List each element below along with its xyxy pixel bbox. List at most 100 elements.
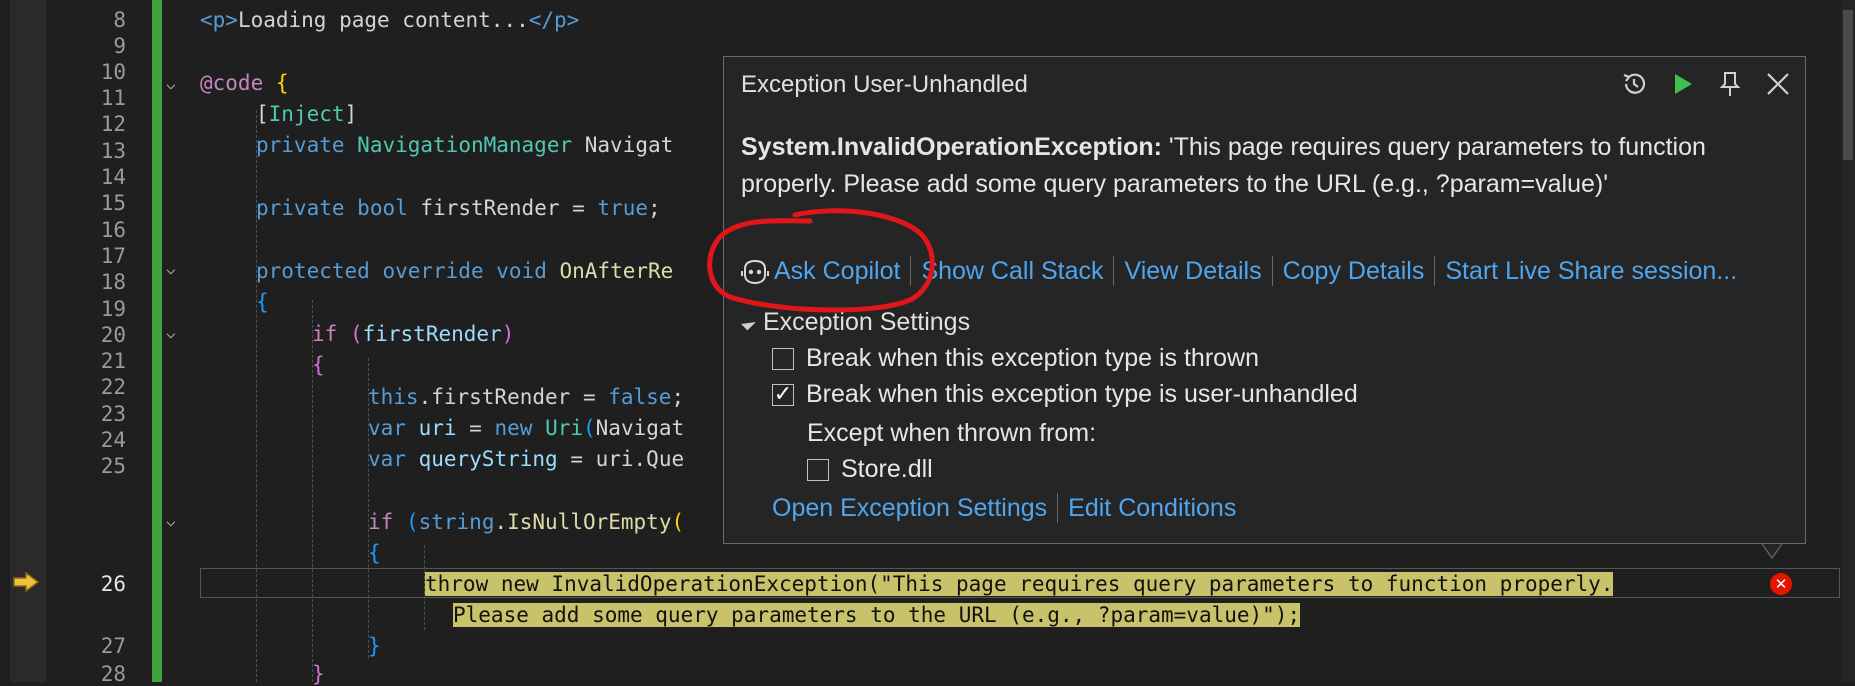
code-text: = (456, 416, 495, 440)
code-type: Inject (268, 102, 345, 126)
code-line-10: @code { (200, 71, 289, 95)
code-line-20: this.firstRender = false; (368, 385, 684, 409)
line-number: 18 (100, 270, 126, 294)
line-number: 15 (100, 191, 126, 215)
break-thrown-label: Break when this exception type is thrown (806, 344, 1260, 372)
code-variable: uri (418, 416, 457, 440)
code-function: .IsNullOrEmpty (494, 510, 672, 534)
code-text: firstRender = (420, 196, 598, 220)
line-number: 19 (100, 297, 126, 321)
break-unhandled-option[interactable]: ✓ Break when this exception type is user… (772, 380, 1358, 409)
code-brace: } (368, 634, 381, 658)
html-tag: <p> (200, 8, 238, 32)
code-text: = (557, 447, 596, 471)
line-number: 13 (100, 139, 126, 163)
code-keyword: protected (256, 259, 370, 283)
code-paren: ( (349, 322, 363, 346)
popup-toolbar (1617, 67, 1795, 101)
break-thrown-option[interactable]: Break when this exception type is thrown (772, 344, 1259, 373)
current-line-box (200, 568, 1840, 598)
code-brace: { (312, 353, 325, 377)
code-line-8: <p>Loading page content...</p> (200, 8, 579, 32)
code-line-26-wrap: Please add some query parameters to the … (453, 603, 1301, 627)
play-icon[interactable] (1665, 67, 1699, 101)
line-number: 21 (100, 349, 126, 373)
line-number-current: 26 (100, 572, 126, 596)
collapse-triangle-icon (741, 315, 756, 331)
open-exception-settings-link[interactable]: Open Exception Settings (772, 494, 1057, 523)
code-paren: ( (405, 510, 419, 534)
scrollbar-thumb[interactable] (1843, 10, 1853, 160)
line-number: 10 (100, 60, 126, 84)
code-variable: queryString (418, 447, 558, 471)
code-keyword: var (368, 447, 406, 471)
edit-conditions-link[interactable]: Edit Conditions (1058, 494, 1246, 523)
code-line-25: { (368, 541, 381, 565)
popup-title: Exception User-Unhandled (741, 71, 1028, 98)
fold-chevron-icon[interactable]: ⌵ (166, 261, 182, 277)
start-live-share-link[interactable]: Start Live Share session... (1435, 257, 1747, 286)
copy-details-link[interactable]: Copy Details (1273, 257, 1435, 286)
module-checkbox[interactable] (807, 458, 829, 481)
code-brace: { (256, 290, 269, 314)
fold-chevron-icon[interactable]: ⌵ (166, 325, 182, 341)
code-keyword: true (597, 196, 648, 220)
code-keyword: string (418, 510, 495, 534)
code-keyword: void (496, 259, 547, 283)
modified-lines-bar (152, 0, 162, 682)
code-line-27: } (368, 634, 381, 658)
code-type: NavigationManager (357, 133, 573, 157)
except-label: Except when thrown from: (807, 419, 1097, 447)
code-paren: ) (501, 322, 515, 346)
line-number: 28 (100, 662, 126, 686)
code-keyword: @code (200, 71, 264, 95)
vertical-scrollbar[interactable] (1841, 0, 1855, 682)
code-line-24: if (string.IsNullOrEmpty( (368, 510, 684, 534)
view-details-link[interactable]: View Details (1114, 257, 1271, 286)
exception-type: System.InvalidOperationException: (741, 133, 1162, 161)
current-statement-highlight: Please add some query parameters to the … (453, 603, 1301, 627)
code-keyword: if (368, 510, 394, 534)
fold-chevron-icon[interactable]: ⌵ (166, 513, 182, 529)
code-keyword: false (608, 385, 672, 409)
break-unhandled-label: Break when this exception type is user-u… (806, 380, 1358, 408)
code-line-18: if (firstRender) (312, 322, 514, 346)
code-paren: ( (671, 510, 685, 534)
line-number-gutter: 8 9 10 11 12 13 14 15 16 17 18 19 20 21 … (46, 0, 126, 686)
popup-pointer (1762, 544, 1782, 560)
line-number: 27 (100, 634, 126, 658)
close-icon[interactable] (1761, 67, 1795, 101)
code-line-16: protected override void OnAfterRe (256, 259, 673, 283)
code-brace: { (368, 541, 381, 565)
code-text: .firstRender = (418, 385, 609, 409)
line-number: 25 (100, 454, 126, 478)
code-punct: ; (671, 385, 685, 409)
line-number: 16 (100, 218, 126, 242)
annotation-circle (707, 208, 935, 313)
line-number: 11 (100, 86, 126, 110)
code-keyword: if (312, 322, 338, 346)
line-number: 12 (100, 112, 126, 136)
module-option[interactable]: Store.dll (807, 455, 933, 484)
line-number: 9 (113, 34, 126, 58)
code-punct: [ (256, 102, 269, 126)
code-text: Navigat (595, 416, 685, 440)
code-keyword: bool (357, 196, 408, 220)
code-punct: ; (648, 196, 661, 220)
break-thrown-checkbox[interactable] (772, 347, 794, 370)
code-keyword: private (256, 196, 345, 220)
module-label: Store.dll (841, 455, 933, 483)
error-icon[interactable]: ✕ (1770, 573, 1792, 595)
break-unhandled-checkbox[interactable]: ✓ (772, 382, 794, 407)
code-text: uri.Que (595, 447, 685, 471)
execution-arrow-icon[interactable] (12, 570, 40, 594)
code-line-19: { (312, 353, 325, 377)
line-number: 14 (100, 165, 126, 189)
pin-icon[interactable] (1713, 67, 1747, 101)
code-brace: { (275, 71, 289, 95)
history-icon[interactable] (1617, 67, 1651, 101)
line-number: 20 (100, 323, 126, 347)
html-tag: </p> (528, 8, 580, 32)
line-number: 22 (100, 375, 126, 399)
fold-chevron-icon[interactable]: ⌵ (166, 76, 182, 92)
